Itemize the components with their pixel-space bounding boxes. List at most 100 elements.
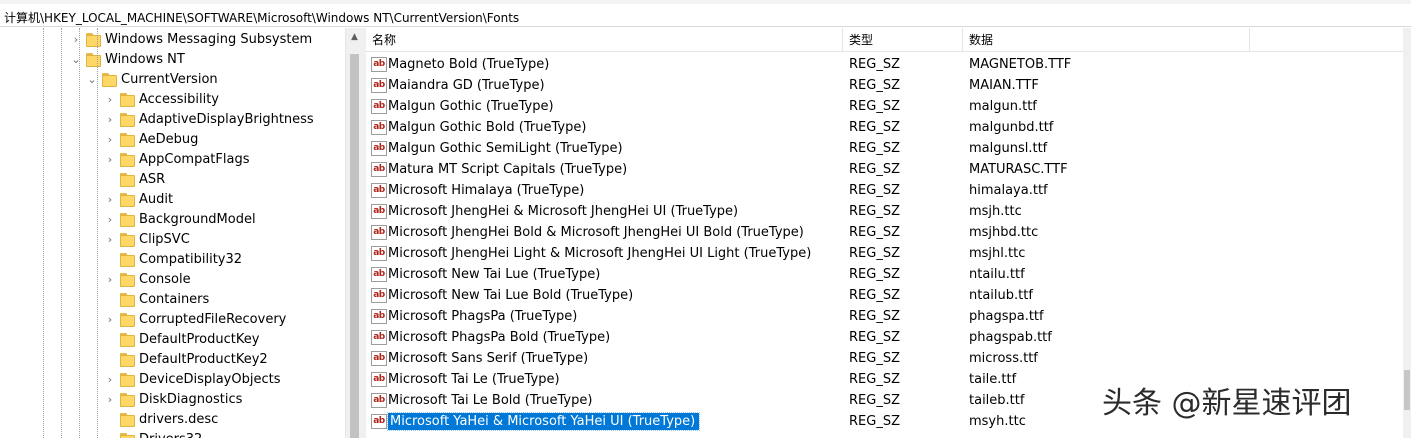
- tree-node[interactable]: › Windows Messaging Subsystem: [0, 30, 345, 50]
- value-name[interactable]: Microsoft JhengHei Light & Microsoft Jhe…: [388, 246, 811, 261]
- tree-node[interactable]: › AdaptiveDisplayBrightness: [0, 110, 345, 130]
- chevron-right-icon[interactable]: ›: [104, 373, 116, 387]
- value-name[interactable]: Microsoft Tai Le (TrueType): [388, 372, 560, 387]
- value-name[interactable]: Microsoft PhagsPa (TrueType): [388, 309, 577, 324]
- string-value-icon: ab: [371, 372, 387, 387]
- string-value-icon: ab: [371, 120, 387, 135]
- column-header-type[interactable]: 类型: [843, 28, 963, 52]
- tree-node[interactable]: ⌄ Windows NT: [0, 50, 345, 70]
- chevron-right-icon[interactable]: ›: [70, 33, 82, 47]
- value-row[interactable]: ab Malgun Gothic Bold (TrueType) REG_SZ mal…: [366, 117, 1403, 138]
- value-type: REG_SZ: [849, 246, 900, 261]
- value-data: msjhl.ttc: [969, 246, 1026, 261]
- tree-node[interactable]: DefaultProductKey2: [0, 350, 345, 370]
- tree-node[interactable]: ASR: [0, 170, 345, 190]
- value-name[interactable]: Microsoft New Tai Lue Bold (TrueType): [388, 288, 633, 303]
- value-data: ntailu.ttf: [969, 267, 1025, 282]
- tree-vertical-scrollbar[interactable]: ▲: [345, 28, 362, 438]
- registry-values-list[interactable]: 名称 类型 数据 ab Magneto Bold (TrueType) REG_SZ…: [366, 28, 1403, 438]
- tree-node-label: Accessibility: [139, 92, 219, 107]
- value-data: MAGNETOB.TTF: [969, 57, 1072, 72]
- value-name[interactable]: Microsoft Sans Serif (TrueType): [388, 351, 588, 366]
- chevron-right-icon[interactable]: ›: [104, 113, 116, 127]
- value-row[interactable]: ab Microsoft New Tai Lue (TrueType) REG_SZ…: [366, 264, 1403, 285]
- value-row[interactable]: ab Microsoft JhengHei Bold & Microsoft Jh…: [366, 222, 1403, 243]
- list-scroll-thumb[interactable]: [1404, 370, 1410, 410]
- chevron-right-icon[interactable]: ›: [104, 213, 116, 227]
- tree-node[interactable]: DefaultProductKey: [0, 330, 345, 350]
- tree-node-label: Containers: [139, 292, 210, 307]
- tree-node[interactable]: › BackgroundModel: [0, 210, 345, 230]
- tree-node[interactable]: › DeviceDisplayObjects: [0, 370, 345, 390]
- value-row[interactable]: ab Malgun Gothic (TrueType) REG_SZ malgun.t…: [366, 96, 1403, 117]
- value-type: REG_SZ: [849, 330, 900, 345]
- chevron-right-icon[interactable]: ›: [104, 433, 116, 438]
- chevron-right-icon[interactable]: ›: [104, 93, 116, 107]
- chevron-right-icon[interactable]: ›: [104, 153, 116, 167]
- column-header-name[interactable]: 名称: [366, 28, 843, 52]
- chevron-down-icon[interactable]: ⌄: [70, 53, 82, 67]
- value-name[interactable]: Malgun Gothic Bold (TrueType): [388, 120, 586, 135]
- value-row[interactable]: ab Microsoft JhengHei Light & Microsoft J…: [366, 243, 1403, 264]
- value-data: micross.ttf: [969, 351, 1038, 366]
- tree-node[interactable]: Compatibility32: [0, 250, 345, 270]
- tree-node-label: AdaptiveDisplayBrightness: [139, 112, 314, 127]
- folder-icon: [120, 273, 135, 287]
- tree-node[interactable]: › Accessibility: [0, 90, 345, 110]
- value-name[interactable]: Malgun Gothic SemiLight (TrueType): [388, 141, 623, 156]
- tree-node[interactable]: › Console: [0, 270, 345, 290]
- list-vertical-scrollbar[interactable]: [1403, 28, 1411, 438]
- value-row[interactable]: ab Microsoft JhengHei & Microsoft JhengHe…: [366, 201, 1403, 222]
- value-data: msyh.ttc: [969, 414, 1026, 429]
- value-row[interactable]: ab Matura MT Script Capitals (TrueType) RE…: [366, 159, 1403, 180]
- column-header-data[interactable]: 数据: [963, 28, 1250, 52]
- value-row[interactable]: ab Microsoft Sans Serif (TrueType) REG_SZ m…: [366, 348, 1403, 369]
- tree-node[interactable]: ⌄ CurrentVersion: [0, 70, 345, 90]
- registry-key-tree[interactable]: › Windows Messaging Subsystem ⌄ Windows NT ⌄…: [0, 28, 345, 438]
- chevron-right-icon[interactable]: ›: [104, 273, 116, 287]
- value-name[interactable]: Microsoft Tai Le Bold (TrueType): [388, 393, 592, 408]
- value-name[interactable]: Microsoft PhagsPa Bold (TrueType): [388, 330, 610, 345]
- value-name[interactable]: Magneto Bold (TrueType): [388, 57, 549, 72]
- value-row[interactable]: ab Magneto Bold (TrueType) REG_SZ MAGNETOB.…: [366, 54, 1403, 75]
- chevron-right-icon[interactable]: ›: [104, 233, 116, 247]
- tree-guide-line: [79, 28, 80, 438]
- tree-node[interactable]: › ClipSVC: [0, 230, 345, 250]
- value-data: msjh.ttc: [969, 204, 1022, 219]
- tree-scroll-thumb[interactable]: [350, 54, 359, 438]
- value-name[interactable]: Matura MT Script Capitals (TrueType): [388, 162, 627, 177]
- value-name[interactable]: Microsoft YaHei & Microsoft YaHei UI (Tr…: [386, 412, 701, 431]
- scroll-up-arrow-icon[interactable]: ▲: [346, 32, 363, 42]
- chevron-right-icon[interactable]: ›: [104, 393, 116, 407]
- folder-icon: [120, 293, 135, 307]
- tree-node[interactable]: › CorruptedFileRecovery: [0, 310, 345, 330]
- value-name[interactable]: Microsoft JhengHei Bold & Microsoft Jhen…: [388, 225, 804, 240]
- tree-node[interactable]: › AeDebug: [0, 130, 345, 150]
- address-path[interactable]: 计算机\HKEY_LOCAL_MACHINE\SOFTWARE\Microsof…: [4, 9, 519, 26]
- value-data: MATURASC.TTF: [969, 162, 1068, 177]
- string-value-icon: ab: [371, 351, 387, 366]
- value-row[interactable]: ab Microsoft PhagsPa Bold (TrueType) REG_S…: [366, 327, 1403, 348]
- value-row[interactable]: ab Malgun Gothic SemiLight (TrueType) REG_…: [366, 138, 1403, 159]
- value-row[interactable]: ab Maiandra GD (TrueType) REG_SZ MAIAN.TTF: [366, 75, 1403, 96]
- value-name[interactable]: Maiandra GD (TrueType): [388, 78, 545, 93]
- value-name[interactable]: Microsoft JhengHei & Microsoft JhengHei …: [388, 204, 738, 219]
- tree-node[interactable]: › Audit: [0, 190, 345, 210]
- value-row[interactable]: ab Microsoft PhagsPa (TrueType) REG_SZ phag…: [366, 306, 1403, 327]
- value-name[interactable]: Microsoft New Tai Lue (TrueType): [388, 267, 600, 282]
- value-row[interactable]: ab Microsoft New Tai Lue Bold (TrueType) R…: [366, 285, 1403, 306]
- tree-node[interactable]: › Drivers32: [0, 430, 345, 438]
- value-data: MAIAN.TTF: [969, 78, 1039, 93]
- value-row[interactable]: ab Microsoft Himalaya (TrueType) REG_SZ him…: [366, 180, 1403, 201]
- chevron-right-icon[interactable]: ›: [104, 133, 116, 147]
- tree-node[interactable]: Containers: [0, 290, 345, 310]
- address-bar[interactable]: 计算机\HKEY_LOCAL_MACHINE\SOFTWARE\Microsof…: [0, 4, 1411, 27]
- value-name[interactable]: Malgun Gothic (TrueType): [388, 99, 554, 114]
- tree-node-label: Windows NT: [105, 52, 185, 67]
- chevron-right-icon[interactable]: ›: [104, 193, 116, 207]
- tree-node[interactable]: › AppCompatFlags: [0, 150, 345, 170]
- tree-node[interactable]: drivers.desc: [0, 410, 345, 430]
- tree-node[interactable]: › DiskDiagnostics: [0, 390, 345, 410]
- value-name[interactable]: Microsoft Himalaya (TrueType): [388, 183, 584, 198]
- chevron-right-icon[interactable]: ›: [104, 313, 116, 327]
